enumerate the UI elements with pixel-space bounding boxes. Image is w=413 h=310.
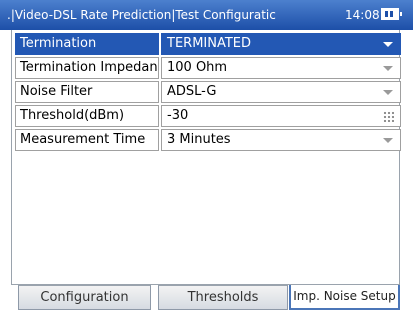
termination-dropdown[interactable]: TERMINATED: [161, 33, 401, 55]
setting-label: Termination: [15, 33, 159, 55]
tab-configuration[interactable]: Configuration: [18, 285, 151, 310]
setting-row-termination-impedance[interactable]: Termination Impedance 100 Ohm: [15, 57, 401, 79]
setting-value: 3 Minutes: [167, 132, 231, 147]
noise-filter-dropdown[interactable]: ADSL-G: [161, 81, 401, 103]
chevron-down-icon[interactable]: [383, 90, 393, 95]
tab-bar: Configuration Thresholds Imp. Noise Setu…: [13, 285, 400, 310]
chevron-down-icon[interactable]: [383, 42, 393, 47]
setting-row-measurement-time[interactable]: Measurement Time 3 Minutes: [15, 129, 401, 151]
termination-impedance-dropdown[interactable]: 100 Ohm: [161, 57, 401, 79]
clock: 14:08: [345, 8, 380, 22]
battery-icon: [381, 8, 402, 20]
tab-imp-noise-setup[interactable]: Imp. Noise Setup: [289, 285, 400, 310]
setting-label: Measurement Time: [15, 129, 159, 151]
measurement-time-dropdown[interactable]: 3 Minutes: [161, 129, 401, 151]
setting-value: TERMINATED: [167, 36, 252, 51]
title-bar: .|Video-DSL Rate Prediction|Test Configu…: [0, 0, 413, 30]
setting-value: -30: [167, 108, 189, 123]
setting-row-noise-filter[interactable]: Noise Filter ADSL-G: [15, 81, 401, 103]
setting-row-termination[interactable]: Termination TERMINATED: [15, 33, 401, 55]
setting-value: ADSL-G: [167, 84, 217, 99]
setting-label: Termination Impedance: [15, 57, 159, 79]
threshold-input[interactable]: -30: [161, 105, 401, 127]
chevron-down-icon[interactable]: [383, 66, 393, 71]
keypad-icon[interactable]: [383, 111, 394, 122]
tab-thresholds[interactable]: Thresholds: [158, 285, 288, 310]
setting-row-threshold[interactable]: Threshold(dBm) -30: [15, 105, 401, 127]
setting-label: Noise Filter: [15, 81, 159, 103]
window-title: .|Video-DSL Rate Prediction|Test Configu…: [7, 8, 276, 22]
setting-label: Threshold(dBm): [15, 105, 159, 127]
setting-value: 100 Ohm: [167, 60, 228, 75]
chevron-down-icon[interactable]: [383, 138, 393, 143]
